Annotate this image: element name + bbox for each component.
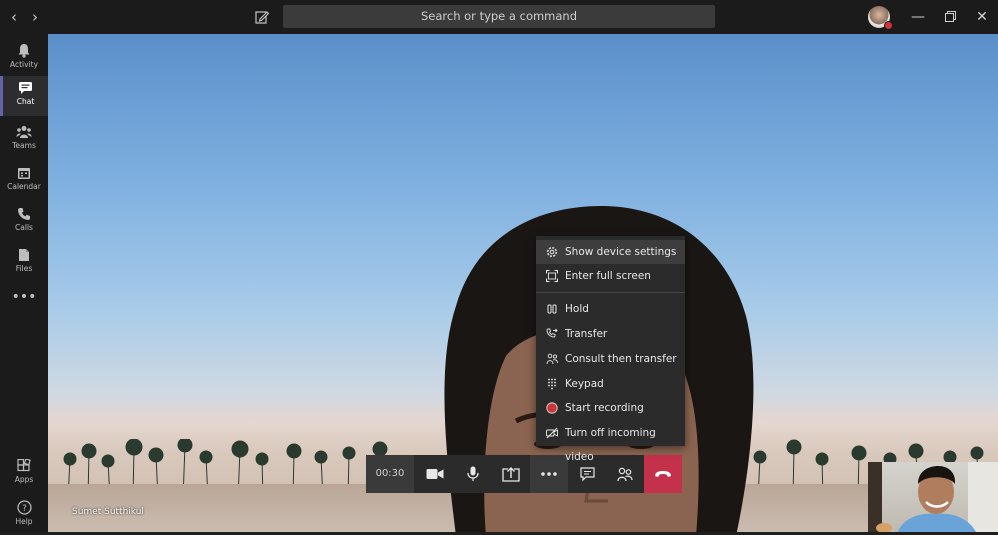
- close-button[interactable]: ✕: [972, 7, 992, 27]
- compose-icon[interactable]: [254, 9, 270, 25]
- bell-icon: [18, 44, 30, 58]
- menu-item-label: Enter full screen: [565, 270, 651, 282]
- file-icon: [19, 249, 29, 261]
- app-bar: Activity Chat Teams Calendar Calls Files…: [0, 34, 48, 532]
- self-video-feed: [868, 462, 998, 532]
- menu-item-full-screen[interactable]: Enter full screen: [536, 264, 685, 288]
- help-icon: ?: [16, 500, 32, 515]
- menu-item-transfer[interactable]: Transfer: [536, 322, 685, 346]
- menu-item-start-recording[interactable]: Start recording: [536, 396, 685, 420]
- minimize-icon: —: [911, 9, 925, 25]
- consult-icon: [546, 353, 558, 365]
- svg-text:?: ?: [22, 504, 27, 514]
- gear-icon: [546, 246, 558, 258]
- transfer-icon: [546, 328, 558, 338]
- hang-up-button[interactable]: [644, 455, 682, 493]
- menu-item-turn-off-video[interactable]: Turn off incoming video: [536, 421, 685, 463]
- rail-item-calls[interactable]: Calls: [0, 202, 48, 242]
- menu-item-label: Consult then transfer: [565, 353, 677, 365]
- rail-item-teams[interactable]: Teams: [0, 120, 48, 160]
- rail-label-apps: Apps: [14, 475, 34, 484]
- video-off-icon: [546, 427, 558, 439]
- show-participants-button[interactable]: [606, 455, 644, 493]
- hang-up-icon: [655, 471, 671, 477]
- rail-label-teams: Teams: [12, 141, 36, 150]
- menu-item-label: Transfer: [565, 328, 608, 340]
- back-button[interactable]: ‹: [5, 8, 23, 26]
- menu-item-label: Hold: [565, 303, 589, 315]
- chat-icon: [19, 82, 32, 94]
- rail-item-help[interactable]: ? Help: [0, 495, 48, 535]
- calendar-icon: [18, 168, 30, 179]
- chat-icon: [579, 467, 595, 481]
- ellipsis-icon: •••: [11, 289, 37, 305]
- rail-label-activity: Activity: [9, 60, 39, 69]
- teams-icon: [16, 126, 32, 138]
- more-actions-menu: Show device settings Enter full screen H…: [536, 236, 685, 463]
- caller-name-label: Sumet Sutthikul: [72, 507, 144, 517]
- more-actions-button[interactable]: [530, 455, 568, 493]
- rail-label-chat: Chat: [16, 97, 35, 106]
- rail-label-calendar: Calendar: [7, 182, 41, 191]
- more-apps-button[interactable]: •••: [0, 290, 48, 310]
- menu-item-label: Show device settings: [565, 246, 677, 258]
- rail-item-chat[interactable]: Chat: [0, 76, 48, 116]
- record-icon: [546, 402, 558, 414]
- rail-label-calls: Calls: [15, 223, 33, 232]
- menu-item-label: Start recording: [565, 402, 644, 414]
- keypad-icon: [548, 378, 556, 390]
- fullscreen-icon: [546, 270, 558, 282]
- apps-icon: [17, 459, 31, 472]
- menu-item-label: Keypad: [565, 378, 604, 390]
- self-view[interactable]: [868, 462, 998, 532]
- minimize-button[interactable]: —: [908, 7, 928, 27]
- participants-icon: [617, 467, 633, 481]
- rail-item-calendar[interactable]: Calendar: [0, 161, 48, 201]
- menu-item-keypad[interactable]: Keypad: [536, 372, 685, 396]
- call-controls-bar: 00:30: [366, 455, 682, 493]
- close-icon: ✕: [976, 9, 988, 25]
- share-screen-button[interactable]: [492, 455, 530, 493]
- share-screen-icon: [502, 466, 520, 482]
- restore-icon: [944, 11, 956, 22]
- search-input[interactable]: Search or type a command: [283, 5, 715, 28]
- phone-icon: [18, 208, 30, 220]
- title-bar: ‹ › Search or type a command — ✕: [0, 0, 998, 34]
- chevron-right-icon: ›: [32, 8, 38, 26]
- rail-label-help: Help: [15, 517, 33, 526]
- hold-icon: [547, 304, 557, 314]
- menu-item-device-settings[interactable]: Show device settings: [536, 240, 685, 264]
- microphone-button[interactable]: [454, 455, 492, 493]
- more-icon: [541, 472, 557, 476]
- microphone-icon: [467, 466, 479, 481]
- menu-item-consult-transfer[interactable]: Consult then transfer: [536, 347, 685, 371]
- call-timer: 00:30: [366, 455, 414, 493]
- rail-item-files[interactable]: Files: [0, 243, 48, 283]
- rail-item-activity[interactable]: Activity: [0, 38, 48, 78]
- maximize-button[interactable]: [940, 7, 960, 27]
- presence-badge: [884, 21, 893, 30]
- video-camera-icon: [426, 469, 444, 479]
- camera-button[interactable]: [416, 455, 454, 493]
- rail-item-apps[interactable]: Apps: [0, 454, 48, 494]
- forward-button[interactable]: ›: [26, 8, 44, 26]
- menu-item-hold[interactable]: Hold: [536, 297, 685, 321]
- menu-divider: [536, 292, 685, 293]
- rail-label-files: Files: [15, 264, 33, 273]
- chevron-left-icon: ‹: [11, 8, 17, 26]
